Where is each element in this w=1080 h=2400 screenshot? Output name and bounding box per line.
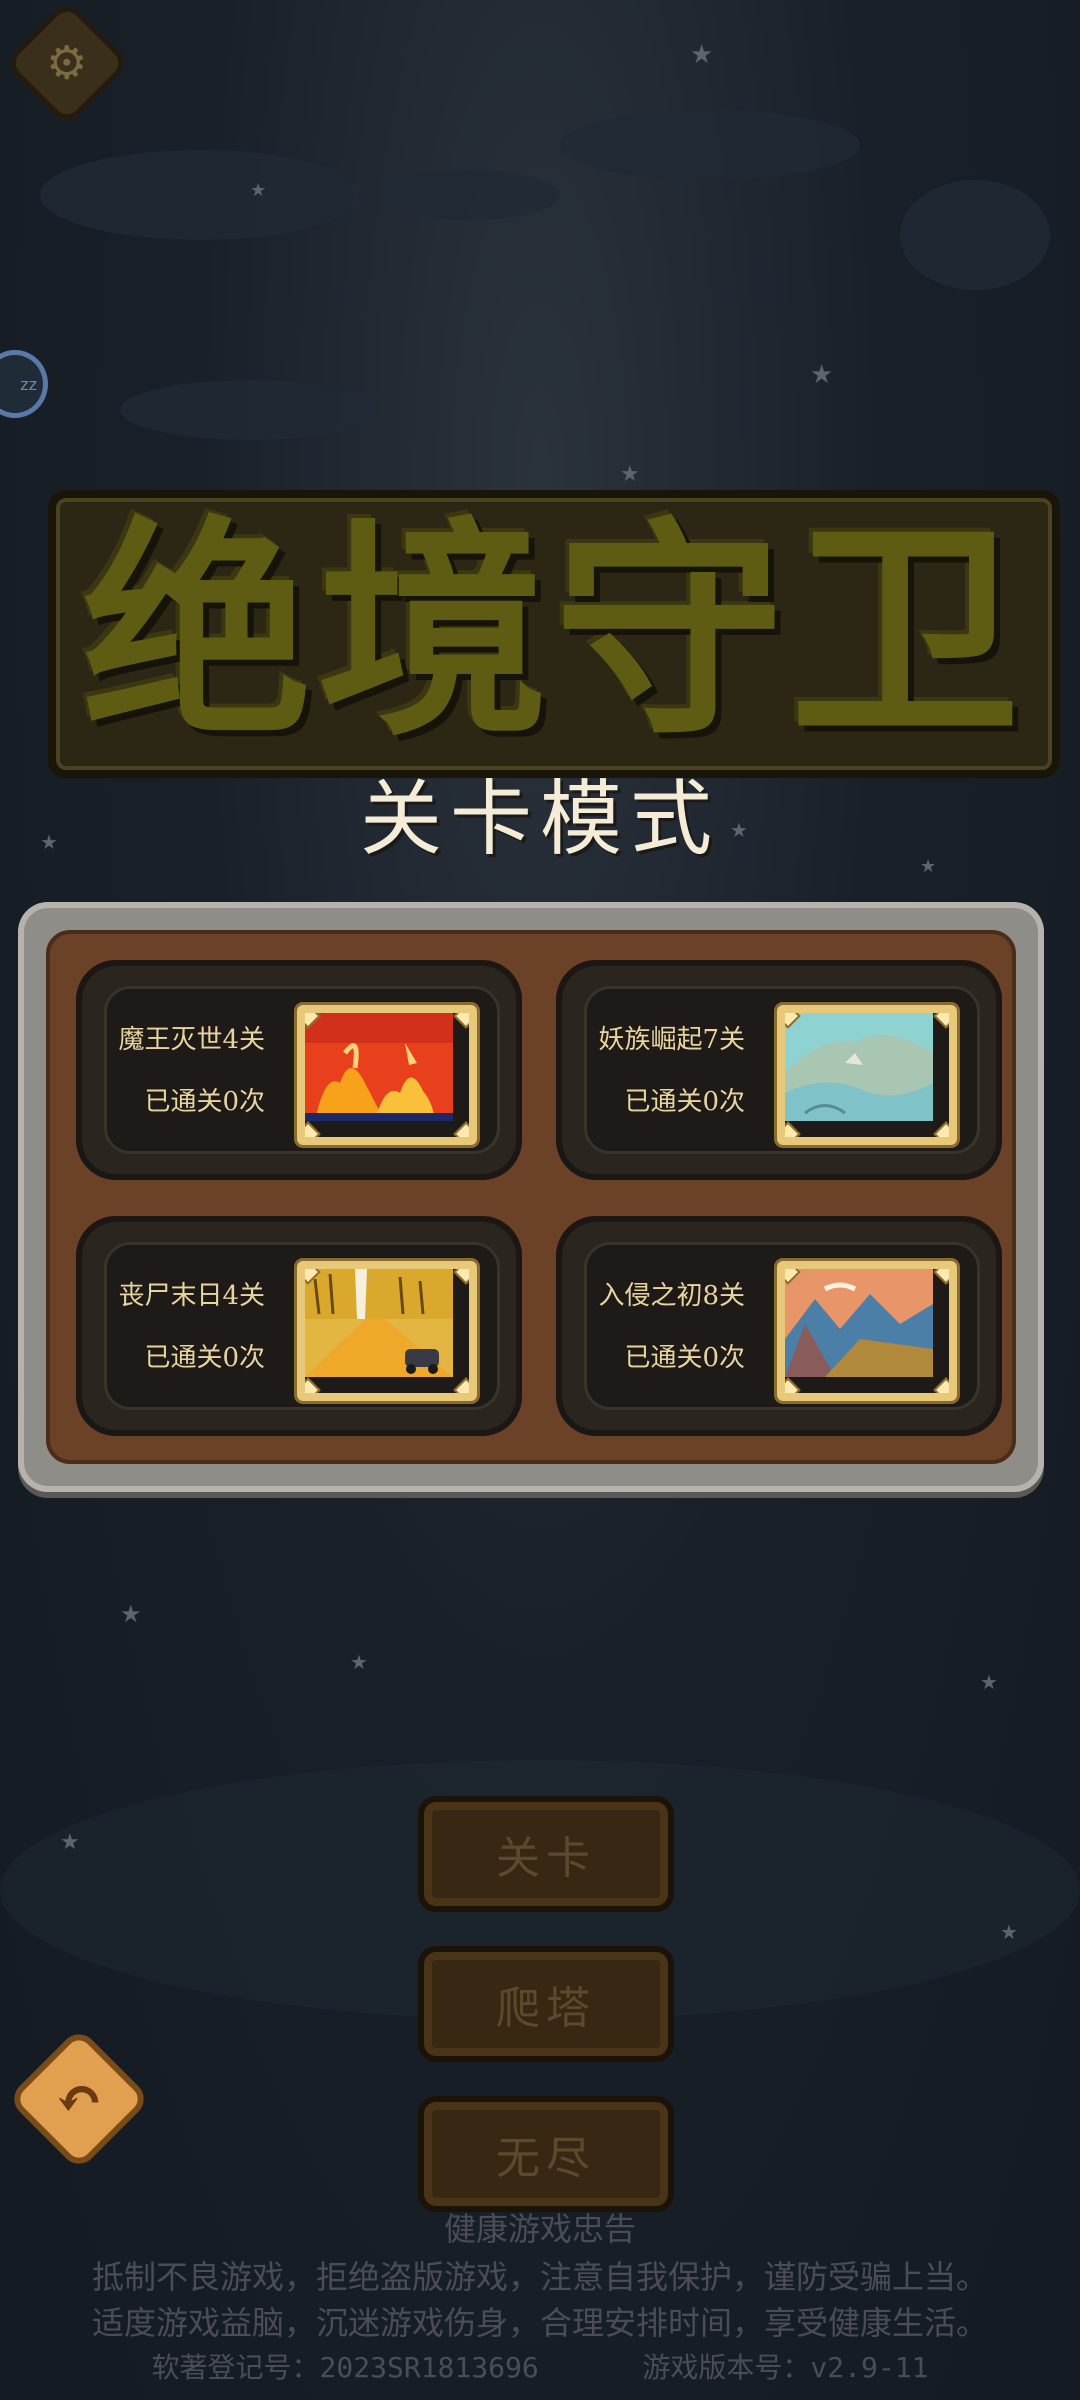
copyright-number: 软著登记号：2023SR1813696 xyxy=(151,2351,539,2384)
back-button[interactable]: ↶ xyxy=(6,2026,152,2172)
game-title: 绝境守卫 xyxy=(81,500,1026,767)
star-icon: ★ xyxy=(60,1830,80,1855)
frame-corner xyxy=(785,1377,801,1393)
frame-corner xyxy=(453,1269,469,1285)
mode-button-tower[interactable]: 爬塔 xyxy=(418,1946,674,2062)
level-clear-count: 已通关0次 xyxy=(624,1087,745,1117)
star-icon: ★ xyxy=(690,40,714,70)
level-card-body: 魔王灭世4关 已通关0次 xyxy=(104,986,500,1154)
frame-corner xyxy=(305,1121,321,1137)
level-clear-count: 已通关0次 xyxy=(144,1087,265,1117)
frame-corner xyxy=(785,1121,801,1137)
mode-button-endless[interactable]: 无尽 xyxy=(418,2096,674,2212)
level-thumbnail-desert-road xyxy=(297,1261,477,1401)
health-advice-line-1: 抵制不良游戏，拒绝盗版游戏，注意自我保护，谨防受骗上当。 xyxy=(91,2258,988,2296)
level-card-body: 入侵之初8关 已通关0次 xyxy=(584,1242,980,1410)
star-icon: ★ xyxy=(1000,1920,1018,1944)
frame-corner xyxy=(453,1121,469,1137)
level-clear-count: 已通关0次 xyxy=(144,1343,265,1373)
frame-corner xyxy=(305,1377,321,1393)
frame-corner xyxy=(453,1013,469,1029)
frame-corner xyxy=(933,1269,949,1285)
star-icon: ★ xyxy=(250,180,267,201)
level-name: 妖族崛起7关 xyxy=(598,1025,745,1055)
registration-info: 软著登记号：2023SR1813696 游戏版本号：v2.9-11 xyxy=(0,2346,1080,2386)
frame-corner xyxy=(933,1377,949,1393)
cloud-decoration xyxy=(120,380,380,440)
level-card-4[interactable]: 入侵之初8关 已通关0次 xyxy=(556,1216,1002,1436)
health-advice-line-2: 适度游戏益脑，沉迷游戏伤身，合理安排时间，享受健康生活。 xyxy=(91,2304,988,2342)
cloud-decoration xyxy=(40,150,360,240)
level-card-body: 丧尸末日4关 已通关0次 xyxy=(104,1242,500,1410)
level-thumbnail-fire xyxy=(297,1005,477,1145)
star-icon: ★ xyxy=(980,1670,998,1694)
star-icon: ★ xyxy=(620,462,640,487)
star-icon: ★ xyxy=(120,1600,142,1628)
level-name: 丧尸末日4关 xyxy=(118,1281,265,1311)
level-panel-inner: 魔王灭世4关 已通关0次 妖族崛起7关 已通关0次 丧尸末日4关 已通关0次 入… xyxy=(46,930,1016,1464)
game-logo: 绝境守卫 xyxy=(48,490,1060,778)
game-version: 游戏版本号：v2.9-11 xyxy=(642,2351,929,2384)
side-badge[interactable]: zz xyxy=(0,350,48,418)
undo-arrow-icon: ↶ xyxy=(54,2064,104,2133)
level-card-body: 妖族崛起7关 已通关0次 xyxy=(584,986,980,1154)
level-card-1[interactable]: 魔王灭世4关 已通关0次 xyxy=(76,960,522,1180)
cloud-decoration xyxy=(560,110,860,180)
gear-icon: ⚙ xyxy=(46,36,88,90)
page-subtitle: 关卡模式 xyxy=(359,772,720,867)
frame-corner xyxy=(933,1013,949,1029)
level-clear-count: 已通关0次 xyxy=(624,1343,745,1373)
frame-corner xyxy=(933,1121,949,1137)
health-advice-heading: 健康游戏忠告 xyxy=(443,2210,636,2248)
settings-button[interactable]: ⚙ xyxy=(3,0,131,127)
level-name: 入侵之初8关 xyxy=(598,1281,745,1311)
star-icon: ★ xyxy=(350,1650,368,1674)
frame-corner xyxy=(453,1377,469,1393)
level-panel: 魔王灭世4关 已通关0次 妖族崛起7关 已通关0次 丧尸末日4关 已通关0次 入… xyxy=(18,902,1044,1492)
cloud-decoration xyxy=(380,170,560,220)
level-thumbnail-sunset-mountains xyxy=(777,1261,957,1401)
mode-button-levels[interactable]: 关卡 xyxy=(418,1796,674,1912)
star-icon: ★ xyxy=(810,360,834,390)
level-thumbnail-mountain-water xyxy=(777,1005,957,1145)
level-card-3[interactable]: 丧尸末日4关 已通关0次 xyxy=(76,1216,522,1436)
cloud-decoration xyxy=(900,180,1050,290)
level-name: 魔王灭世4关 xyxy=(118,1025,265,1055)
level-card-2[interactable]: 妖族崛起7关 已通关0次 xyxy=(556,960,1002,1180)
